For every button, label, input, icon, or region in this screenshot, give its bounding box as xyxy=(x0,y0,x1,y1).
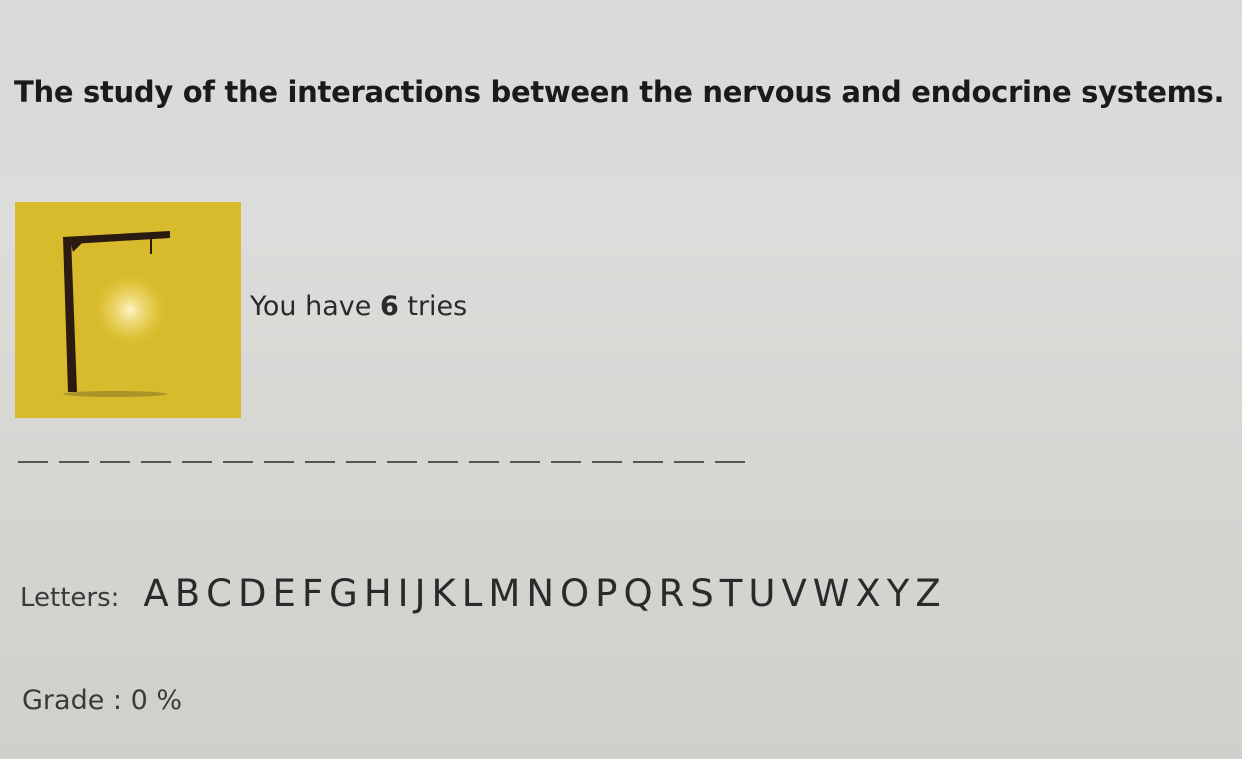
letter-button-g[interactable]: G xyxy=(329,572,358,615)
letter-button-r[interactable]: R xyxy=(659,572,685,615)
letter-blank xyxy=(387,447,417,463)
grade-text: Grade : 0 % xyxy=(22,685,182,716)
question-text: The study of the interactions between th… xyxy=(14,75,1225,109)
letter-button-m[interactable]: M xyxy=(488,572,520,615)
letter-button-e[interactable]: E xyxy=(272,572,295,615)
letter-blank xyxy=(551,447,581,463)
letter-button-k[interactable]: K xyxy=(431,572,455,615)
gallows-icon xyxy=(63,231,170,397)
letter-button-z[interactable]: Z xyxy=(915,572,940,615)
letter-blank xyxy=(715,447,745,463)
letter-button-f[interactable]: F xyxy=(302,572,323,615)
letter-blank xyxy=(674,447,704,463)
hangman-image xyxy=(15,202,241,418)
letter-button-l[interactable]: L xyxy=(462,572,483,615)
letter-button-c[interactable]: C xyxy=(206,572,232,615)
letter-blank xyxy=(18,447,48,463)
letter-blank xyxy=(428,447,458,463)
letter-button-j[interactable]: J xyxy=(415,572,426,615)
word-blanks xyxy=(18,447,745,463)
letter-blank xyxy=(223,447,253,463)
letter-button-w[interactable]: W xyxy=(813,572,850,615)
letter-blank xyxy=(264,447,294,463)
letter-button-p[interactable]: P xyxy=(595,572,617,615)
letter-blank xyxy=(59,447,89,463)
tries-count: 6 xyxy=(379,291,399,322)
letter-blank xyxy=(182,447,212,463)
letter-blank xyxy=(633,447,663,463)
letter-blank xyxy=(346,447,376,463)
letter-button-i[interactable]: I xyxy=(398,572,409,615)
letter-button-t[interactable]: T xyxy=(720,572,743,615)
tries-prefix: You have xyxy=(250,291,372,322)
tries-remaining: You have 6 tries xyxy=(250,291,467,322)
letter-button-a[interactable]: A xyxy=(143,572,168,615)
letter-button-y[interactable]: Y xyxy=(887,572,910,615)
letter-blank xyxy=(305,447,335,463)
letter-button-b[interactable]: B xyxy=(175,572,200,615)
letter-button-n[interactable]: N xyxy=(526,572,554,615)
letter-button-q[interactable]: Q xyxy=(623,572,652,615)
letter-blank xyxy=(141,447,171,463)
letter-button-v[interactable]: V xyxy=(781,572,806,615)
letter-button-o[interactable]: O xyxy=(560,572,589,615)
letter-blank xyxy=(510,447,540,463)
letters-label: Letters: xyxy=(20,583,120,613)
letter-button-s[interactable]: S xyxy=(690,572,714,615)
letter-blank xyxy=(100,447,130,463)
letter-button-d[interactable]: D xyxy=(238,572,267,615)
letter-button-u[interactable]: U xyxy=(748,572,775,615)
letters-row: Letters: ABCDEFGHIJKLMNOPQRSTUVWXYZ xyxy=(20,572,947,615)
letter-button-x[interactable]: X xyxy=(855,572,880,615)
letter-buttons: ABCDEFGHIJKLMNOPQRSTUVWXYZ xyxy=(143,572,946,615)
letter-blank xyxy=(469,447,499,463)
letter-button-h[interactable]: H xyxy=(364,572,392,615)
letter-blank xyxy=(592,447,622,463)
tries-suffix: tries xyxy=(407,291,468,322)
